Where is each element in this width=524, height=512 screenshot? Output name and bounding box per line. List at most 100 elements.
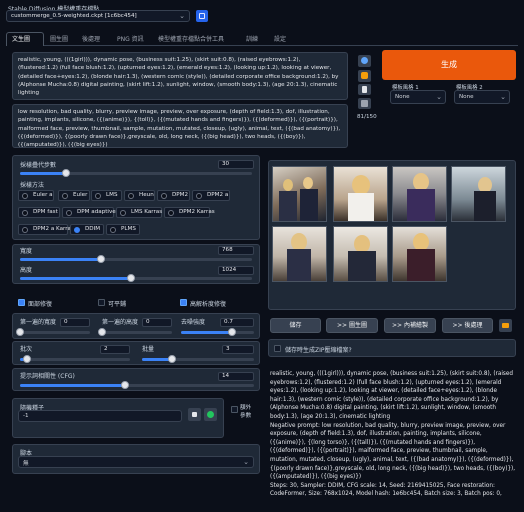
batch-count-slider[interactable]: [20, 355, 130, 363]
highres-fix-checkbox[interactable]: [180, 299, 187, 306]
steps-label: 採樣疊代步數: [20, 162, 57, 169]
radio-dot: [128, 193, 134, 199]
batch-size-slider[interactable]: [142, 355, 254, 363]
refresh-icon: [199, 13, 205, 19]
firstpass-width-number[interactable]: 0: [60, 318, 90, 327]
sampler-option[interactable]: DPM2 a Karras: [18, 224, 74, 235]
output-image[interactable]: [272, 166, 327, 222]
script-select[interactable]: 無 ⌄: [18, 456, 254, 468]
sampler-option-selected[interactable]: DDIM: [70, 224, 104, 235]
generation-info-text: realistic, young, (((1girl))), dynamic p…: [270, 371, 516, 498]
sampler-option[interactable]: DPM adaptive: [62, 207, 116, 218]
restore-faces-checkbox[interactable]: [18, 299, 25, 306]
clipboard-button[interactable]: [358, 84, 371, 95]
steps-number[interactable]: 30: [218, 160, 254, 169]
sampler-option-label: DPM fast: [33, 209, 58, 215]
height-number[interactable]: 1024: [218, 266, 254, 275]
figure-body: [348, 251, 376, 281]
firstpass-width-knob[interactable]: [16, 328, 24, 336]
refresh-checkpoint-button[interactable]: [196, 10, 208, 22]
save-style-button[interactable]: [358, 98, 371, 109]
sampler-option-label: DDIM: [85, 226, 101, 232]
figure-body: [279, 191, 297, 221]
dice-icon: [192, 412, 197, 417]
height-label: 高度: [20, 267, 33, 274]
chevron-down-icon: ⌄: [500, 93, 506, 101]
tab-txt2img[interactable]: 文生圖: [12, 34, 30, 46]
radio-dot: [66, 210, 72, 216]
generate-button[interactable]: 生成: [382, 50, 516, 80]
sampler-label: 採樣方法: [20, 182, 45, 189]
random-button[interactable]: [358, 70, 371, 82]
denoise-slider[interactable]: [181, 328, 254, 336]
batch-size-number[interactable]: 3: [222, 345, 254, 354]
firstpass-height-label: 第一遍的高度: [102, 319, 139, 326]
sampler-option[interactable]: Euler a: [18, 190, 54, 201]
firstpass-height-knob[interactable]: [98, 328, 106, 336]
send-to-img2img-button[interactable]: >> 圖生圖: [326, 318, 378, 333]
radio-dot: [95, 193, 101, 199]
width-number[interactable]: 768: [218, 246, 254, 255]
zip-checkbox[interactable]: [274, 345, 281, 352]
output-image[interactable]: [272, 226, 327, 282]
sampler-option[interactable]: Heun: [124, 190, 155, 201]
tiling-checkbox[interactable]: [98, 299, 105, 306]
seed-input[interactable]: -1: [18, 410, 182, 422]
sampler-option[interactable]: DPM fast: [18, 207, 60, 218]
sampler-option-label: Euler a: [33, 192, 53, 198]
cfg-slider[interactable]: [20, 381, 254, 389]
output-image[interactable]: [392, 226, 447, 282]
sampler-option[interactable]: Euler: [58, 190, 90, 201]
negative-prompt-input[interactable]: low resolution, bad quality, blurry, pre…: [13, 105, 347, 147]
output-image[interactable]: [451, 166, 506, 222]
radio-dot: [22, 227, 28, 233]
style1-select[interactable]: None ⌄: [390, 90, 446, 104]
radio-dot: [22, 193, 28, 199]
output-image[interactable]: [333, 166, 388, 222]
height-slider[interactable]: [20, 274, 252, 282]
style1-value: None: [395, 94, 410, 100]
sampler-option[interactable]: LMS Karras: [116, 207, 162, 218]
figure-body: [407, 249, 435, 281]
style2-select[interactable]: None ⌄: [454, 90, 510, 104]
extra-checkbox[interactable]: [231, 406, 238, 413]
script-value: 無: [23, 461, 29, 467]
batch-size-label: 批量: [142, 346, 155, 353]
sampler-option-label: LMS Karras: [131, 209, 163, 215]
output-image[interactable]: [333, 226, 388, 282]
denoise-label: 去噪強度: [181, 319, 206, 326]
chevron-down-icon: ⌄: [436, 93, 442, 101]
random-seed-button[interactable]: [188, 408, 201, 421]
save-button[interactable]: 儲存: [270, 318, 321, 333]
radio-dot: [161, 193, 167, 199]
steps-slider[interactable]: [20, 169, 252, 177]
width-slider[interactable]: [20, 255, 252, 263]
cfg-number[interactable]: 14: [218, 372, 254, 381]
send-to-extras-button[interactable]: >> 後處理: [442, 318, 493, 333]
firstpass-height-slider[interactable]: [98, 328, 172, 336]
interrogate-button[interactable]: [358, 55, 371, 67]
sampler-option[interactable]: LMS: [91, 190, 122, 201]
send-to-inpaint-button[interactable]: >> 內補繪製: [384, 318, 436, 333]
open-folder-button[interactable]: [499, 319, 512, 332]
firstpass-width-slider[interactable]: [16, 328, 90, 336]
sampler-option[interactable]: DPM2: [157, 190, 190, 201]
sparkle-icon: [361, 72, 368, 79]
checkpoint-select[interactable]: custommerge_0.5-weighted.ckpt [1c6bc454]…: [6, 10, 190, 22]
height-slider-fill: [20, 277, 132, 280]
radio-dot: [196, 193, 202, 199]
chevron-down-icon: ⌄: [179, 12, 185, 20]
cfg-slider-fill: [20, 384, 126, 387]
batch-count-number[interactable]: 2: [100, 345, 130, 354]
radio-dot: [110, 227, 116, 233]
denoise-number[interactable]: 0.7: [220, 318, 254, 327]
tiling-label: 可平鋪: [108, 301, 127, 308]
reuse-seed-button[interactable]: [204, 408, 217, 421]
sampler-option[interactable]: DPM2 Karras: [164, 207, 215, 218]
sampler-option[interactable]: PLMS: [106, 224, 140, 235]
prompt-input[interactable]: realistic, young, (((1girl))), dynamic p…: [13, 53, 347, 99]
sampler-option[interactable]: DPM2 a: [192, 190, 230, 201]
output-image[interactable]: [392, 166, 447, 222]
batch-count-slider-knob[interactable]: [22, 355, 31, 363]
firstpass-height-number[interactable]: 0: [142, 318, 172, 327]
